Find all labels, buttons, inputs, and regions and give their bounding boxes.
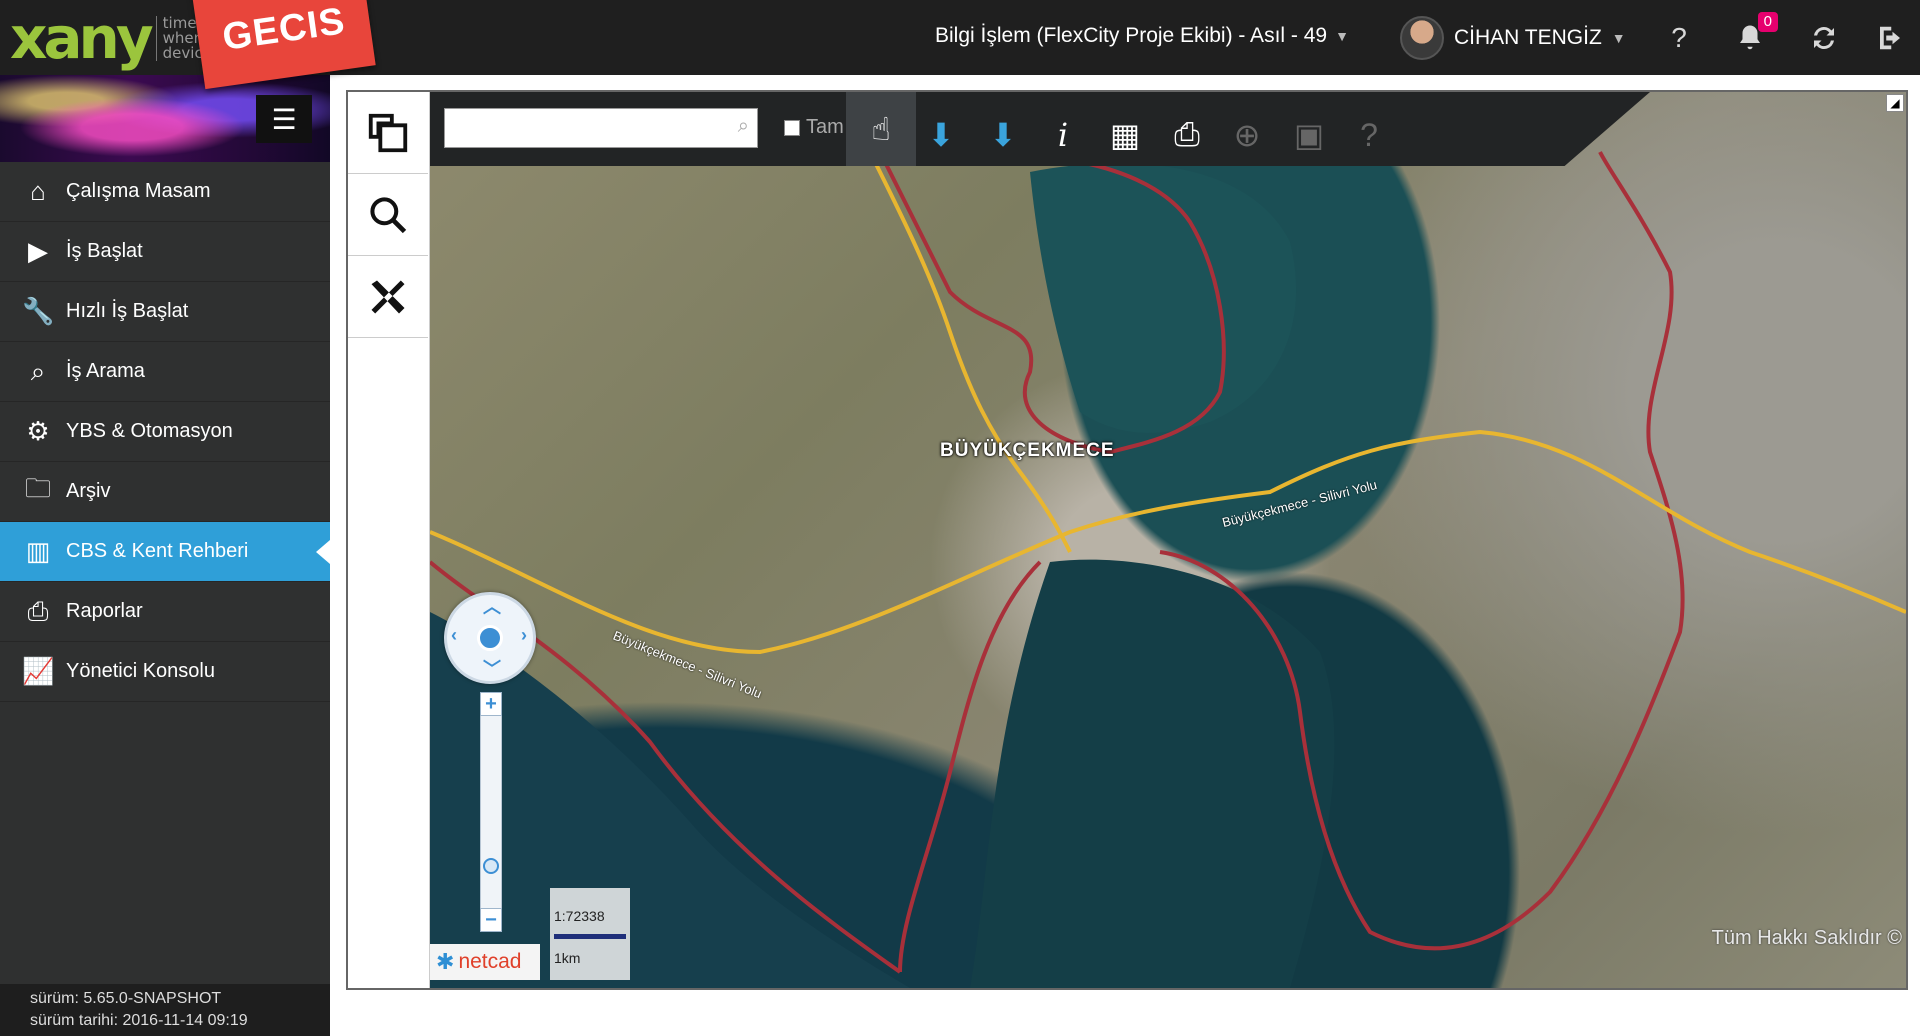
pan-center-icon[interactable] (477, 625, 503, 651)
user-menu[interactable]: CİHAN TENGİZ ▼ (1400, 16, 1626, 60)
version-date: sürüm tarihi: 2016-11-14 09:19 (30, 1012, 248, 1029)
place-label: BÜYÜKÇEKMECE (940, 440, 1115, 461)
magnifier-glyph (370, 196, 407, 233)
search-icon[interactable] (348, 174, 428, 256)
help-glyph: ? (1671, 22, 1687, 53)
fullscreen-toggle[interactable]: Tam (784, 116, 844, 139)
version-info: sürüm: 5.65.0-SNAPSHOT sürüm tarihi: 201… (0, 984, 330, 1036)
expand-corner-icon[interactable]: ◢ (1886, 94, 1904, 112)
zoom-knob[interactable] (483, 858, 499, 874)
zoom-in-icon[interactable]: + (480, 692, 502, 716)
play-icon: ▶ (28, 236, 48, 266)
map-help-icon[interactable]: ? (1334, 106, 1404, 164)
sidebar-item-label: Arşiv (66, 480, 111, 502)
pan-up-icon[interactable]: ︿ (483, 593, 501, 619)
notification-bell-icon[interactable]: 0 (1732, 12, 1778, 56)
folder-icon: 🗀 (24, 472, 51, 503)
scale-box: 1:72338 1km (550, 888, 630, 980)
sidebar-item-arsiv[interactable]: 🗀 Arşiv (0, 462, 330, 522)
sidebar-banner: ☰ (0, 75, 330, 162)
sidebar-item-label: Çalışma Masam (66, 180, 211, 202)
sidebar-item-label: Yönetici Konsolu (66, 660, 215, 682)
refresh-glyph (1814, 26, 1834, 50)
bay-shape (970, 559, 1335, 988)
sidebar-item-ybs-otomasyon[interactable]: ⚙ YBS & Otomasyon (0, 402, 330, 462)
avatar (1400, 16, 1444, 60)
map-search-box: ⌕ (444, 108, 758, 148)
help-icon[interactable]: ? (1661, 20, 1697, 56)
logo-mark: xany (10, 4, 154, 72)
hamburger-menu-icon[interactable]: ☰ (256, 95, 312, 143)
zoom-out-icon[interactable]: − (480, 908, 502, 932)
print-icon: ⎙ (27, 595, 49, 626)
sidebar-item-label: YBS & Otomasyon (66, 420, 233, 442)
scale-distance: 1km (554, 950, 581, 966)
clear-brush-icon[interactable]: ▦ (1090, 106, 1160, 164)
search-icon: ⌕ (737, 115, 749, 137)
sidebar: ☰ ⌂ Çalışma Masam ▶ İş Başlat 🔧 Hızlı İş… (0, 75, 330, 1036)
chart-icon: 📈 (22, 656, 55, 686)
search-icon: ⌕ (30, 355, 46, 386)
layers-glyph (368, 113, 408, 152)
sidebar-item-cbs-kent-rehberi[interactable]: ▥ CBS & Kent Rehberi (0, 522, 330, 582)
notification-badge: 0 (1757, 12, 1778, 32)
scale-bar (554, 934, 626, 939)
context-selector[interactable]: Bilgi İşlem (FlexCity Proje Ekibi) - Ası… (935, 24, 1349, 48)
copyright-text: Tüm Hakkı Saklıdır © (1711, 927, 1902, 949)
ribbon-label: GECIS (219, 0, 348, 59)
sidebar-item-label: CBS & Kent Rehberi (66, 540, 249, 562)
logout-icon[interactable] (1872, 20, 1908, 56)
gear-icon: ⚙ (26, 416, 50, 446)
netcad-logo: ✱ netcad (430, 944, 540, 980)
home-icon: ⌂ (30, 176, 46, 206)
map-canvas[interactable]: ⌕ Tam ☝ ⬇ ⬇ i ▦ ⎙ ⊕ ▣ ? ◢ BÜYÜKÇEKMECE B… (430, 92, 1906, 988)
map-icon: ▥ (25, 536, 51, 566)
compass-icon[interactable]: ⊕ (1212, 106, 1282, 164)
layers-icon[interactable] (348, 92, 428, 174)
lake-shape (1030, 163, 1297, 433)
version-number: sürüm: 5.65.0-SNAPSHOT (30, 990, 222, 1007)
fullscreen-checkbox[interactable] (784, 119, 800, 136)
pan-right-icon[interactable]: › (521, 625, 527, 646)
logout-glyph (1880, 26, 1900, 50)
sidebar-item-hizli-is-baslat[interactable]: 🔧 Hızlı İş Başlat (0, 282, 330, 342)
map-search-input[interactable] (445, 109, 725, 147)
info-icon[interactable]: i (1028, 106, 1098, 164)
sidebar-item-is-arama[interactable]: ⌕ İş Arama (0, 342, 330, 402)
scale-ratio: 1:72338 (554, 908, 605, 924)
top-bar: xany time where device GECIS Bilgi İşlem… (0, 0, 1920, 90)
xany-logo[interactable]: xany time where device (10, 6, 212, 70)
context-label: Bilgi İşlem (FlexCity Proje Ekibi) - Ası… (935, 24, 1328, 47)
marker-pin-icon[interactable]: ⬇ (906, 106, 976, 164)
refresh-icon[interactable] (1806, 20, 1842, 56)
sidebar-item-label: Raporlar (66, 600, 143, 622)
sidebar-item-label: İş Başlat (66, 240, 143, 262)
zoom-slider[interactable]: + − (480, 692, 502, 932)
sidebar-item-calisma-masam[interactable]: ⌂ Çalışma Masam (0, 162, 330, 222)
map-panel: ⌕ Tam ☝ ⬇ ⬇ i ▦ ⎙ ⊕ ▣ ? ◢ BÜYÜKÇEKMECE B… (346, 90, 1908, 990)
sidebar-item-is-baslat[interactable]: ▶ İş Başlat (0, 222, 330, 282)
pan-left-icon[interactable]: ‹ (451, 625, 457, 646)
tools-glyph (371, 280, 405, 313)
fullscreen-label: Tam (806, 116, 844, 138)
sidebar-item-raporlar[interactable]: ⎙ Raporlar (0, 582, 330, 642)
sidebar-item-label: İş Arama (66, 360, 145, 382)
user-name: CİHAN TENGİZ (1454, 26, 1602, 49)
map-overlay (430, 151, 1906, 988)
environment-ribbon: GECIS (192, 0, 376, 90)
sidebar-item-label: Hızlı İş Başlat (66, 300, 189, 322)
pan-down-icon[interactable]: ﹀ (483, 655, 501, 681)
netcad-star-icon: ✱ (436, 949, 455, 974)
tools-icon[interactable] (348, 256, 428, 338)
chevron-down-icon: ▼ (1335, 28, 1349, 44)
map-toolbar: ⌕ Tam ☝ ⬇ ⬇ i ▦ ⎙ ⊕ ▣ ? (430, 92, 1650, 166)
netcad-brand: netcad (458, 950, 522, 973)
sidebar-item-yonetici-konsolu[interactable]: 📈 Yönetici Konsolu (0, 642, 330, 702)
wrench-icon: 🔧 (22, 296, 55, 326)
chevron-down-icon: ▼ (1611, 30, 1626, 46)
pan-compass[interactable]: ︿ ﹀ ‹ › (444, 592, 536, 684)
map-left-toolbar (348, 92, 430, 988)
